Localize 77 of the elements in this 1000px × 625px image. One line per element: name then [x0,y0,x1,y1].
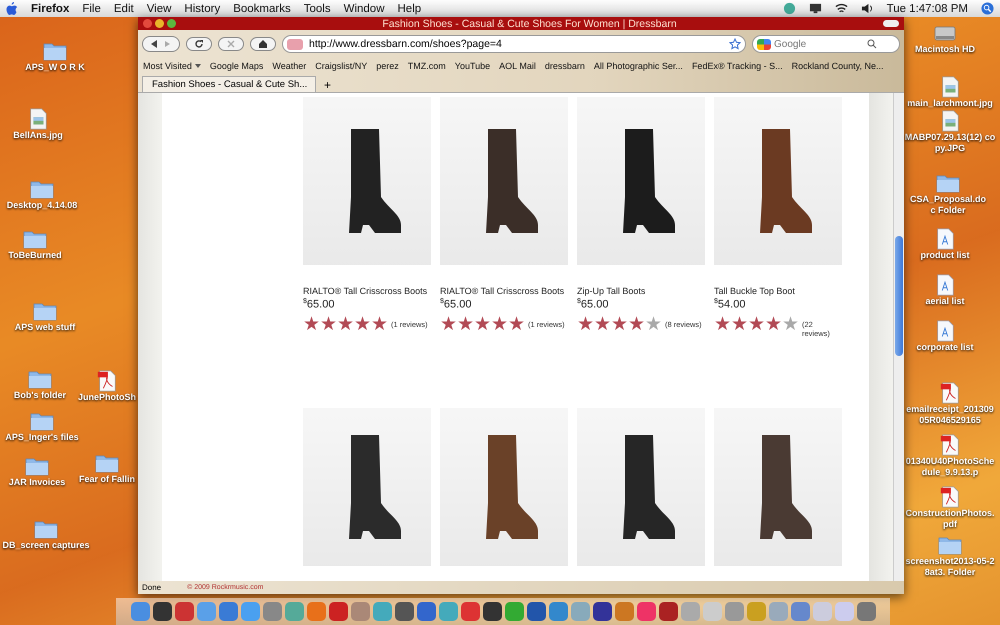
product-price: $^{$}$65.00 [440,298,472,311]
product-name[interactable]: Tall Buckle Top Boot [714,286,795,296]
app-menu[interactable]: Firefox [31,2,70,14]
status-text: Done [142,583,162,592]
search-icon[interactable] [867,39,877,49]
browser-tab[interactable]: Fashion Shoes - Casual & Cute Sh... [142,76,316,92]
menu-item[interactable]: History [184,2,220,14]
star-rating: ★★★★★ [440,316,525,333]
menu-item[interactable]: Edit [114,2,134,14]
app-icon[interactable] [526,602,546,621]
stop-button[interactable] [218,37,244,51]
product-price: $^{$}$65.00 [577,298,608,311]
bookmark-link[interactable]: perez [376,61,399,71]
menubar-clock[interactable]: Tue 1:47:08 PM [886,2,968,14]
new-tab-button[interactable]: + [320,78,336,92]
bookmark-link[interactable]: Rockland County, Ne... [792,61,884,71]
menu-item[interactable]: Window [344,2,384,14]
display-icon[interactable] [808,2,822,15]
boot-photo[interactable] [577,97,705,265]
menu-item[interactable]: Tools [304,2,331,14]
product-price: $^{$}$65.00 [303,298,334,311]
menu-item[interactable]: File [82,2,101,14]
site-favicon [287,38,303,50]
bookmark-link[interactable]: FedEx® Tracking - S... [692,61,783,71]
search-icon[interactable] [981,2,994,15]
boot-photo[interactable] [303,97,431,265]
bookmark-link[interactable]: dressbarn [544,61,585,71]
volume-icon[interactable] [860,2,874,15]
zoom-button[interactable] [167,19,176,28]
search-bar[interactable]: Google [752,35,900,53]
wifi-icon[interactable] [834,2,848,15]
star-rating: ★★★★★ [577,316,662,333]
app-icon[interactable] [152,602,172,621]
caret-icon [194,64,201,68]
close-icon [226,39,236,49]
home-icon [258,39,268,49]
bookmark-link[interactable]: All Photographic Ser... [594,61,683,71]
product-price: $^{$}$54.00 [714,298,746,311]
star-rating: ★★★★★ [714,316,799,333]
menu-item[interactable]: View [146,2,172,14]
app-icon[interactable] [482,602,502,621]
back-forward-button[interactable] [142,36,180,52]
app-icon[interactable] [394,602,414,621]
boot-photo[interactable] [577,408,705,566]
close-button[interactable] [143,19,152,28]
apple-icon[interactable] [6,2,18,16]
boot-photo[interactable] [440,97,568,265]
product-name[interactable]: RIALTO® Tall Crisscross Boots [440,286,564,296]
bookmarks-menu[interactable]: Most Visited [143,61,201,71]
boot-photo[interactable] [303,408,431,566]
toolbar-toggle-button[interactable] [883,20,899,27]
reload-button[interactable] [186,37,212,51]
minimize-button[interactable] [155,19,164,28]
bookmark-link[interactable]: Craigslist/NY [315,61,368,71]
app-icon[interactable] [592,602,612,621]
reload-icon [194,39,204,49]
home-button[interactable] [250,37,276,51]
menu-item[interactable]: Bookmarks [233,2,291,14]
menu-item[interactable]: Help [398,2,422,14]
boot-photo[interactable] [714,97,842,265]
search-input[interactable]: Google [774,38,864,50]
product-name[interactable]: RIALTO® Tall Crisscross Boots [303,286,428,296]
bookmark-link[interactable]: Google Maps [210,61,264,71]
bookmark-link[interactable]: TMZ.com [408,61,446,71]
app-icon[interactable] [658,602,678,621]
boot-photo[interactable] [714,408,842,566]
bookmark-star-icon[interactable] [729,38,741,50]
bookmark-link[interactable]: Weather [272,61,306,71]
bookmark-link[interactable]: AOL Mail [499,61,536,71]
scrollbar[interactable] [893,93,904,581]
product-name[interactable]: Zip-Up Tall Boots [577,286,646,296]
star-rating: ★★★★★ [303,316,388,333]
address-bar[interactable]: http://www.dressbarn.com/shoes?page=4 [282,35,746,53]
window-title: Fashion Shoes - Casual & Cute Shoes For Women | Dressbarn [381,18,678,30]
bookmark-link[interactable]: YouTube [454,61,490,71]
search-engine-icon[interactable] [757,38,771,50]
boot-photo[interactable] [440,408,568,566]
